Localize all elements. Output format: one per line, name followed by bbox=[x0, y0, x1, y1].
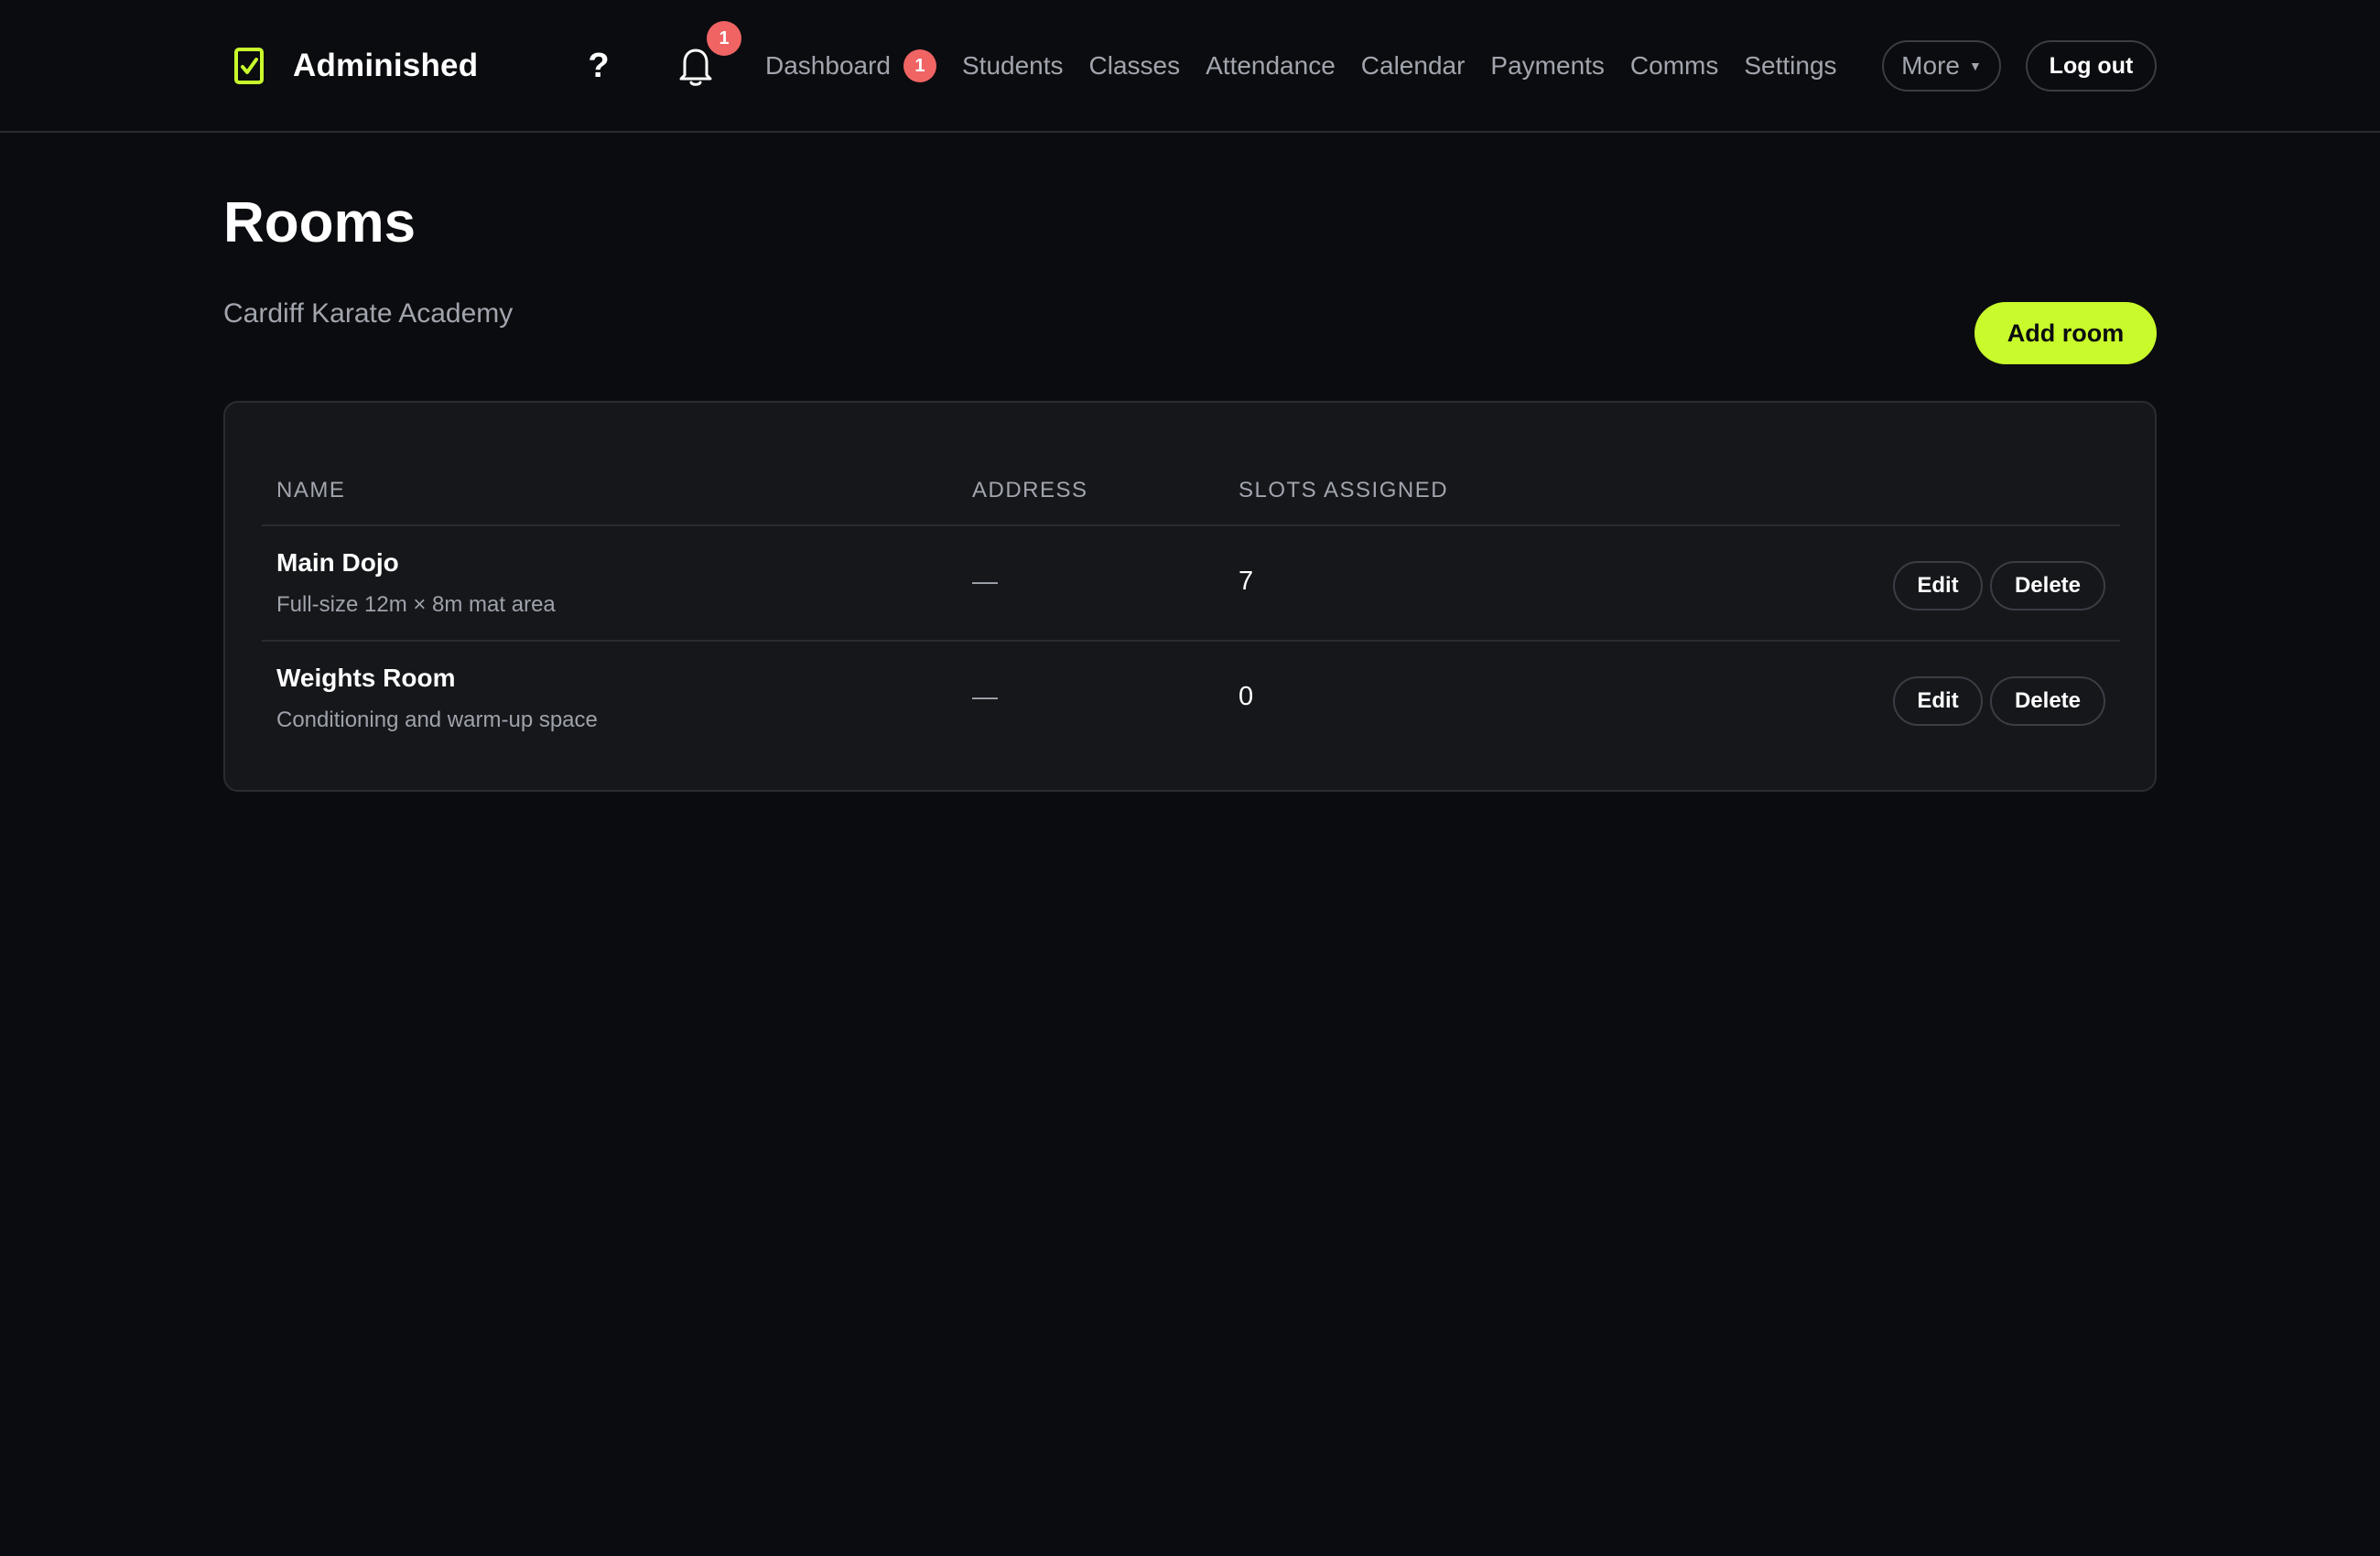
notifications-button[interactable] bbox=[676, 44, 716, 88]
nav-item-attendance[interactable]: Attendance bbox=[1206, 46, 1336, 86]
brand[interactable]: Adminished bbox=[231, 46, 478, 86]
nav-item-label: Calendar bbox=[1360, 51, 1466, 80]
nav-item-students[interactable]: Students bbox=[962, 46, 1064, 86]
app-name: Adminished bbox=[293, 48, 479, 83]
nav-item-settings[interactable]: Settings bbox=[1744, 46, 1836, 86]
more-label: More bbox=[1901, 51, 1960, 80]
edit-button[interactable]: Edit bbox=[1893, 561, 1983, 611]
dashboard-count-badge: 1 bbox=[903, 49, 936, 82]
nav-item-dashboard[interactable]: Dashboard 1 bbox=[765, 46, 936, 86]
nav-item-label: Payments bbox=[1490, 51, 1605, 80]
nav-item-label: Dashboard bbox=[765, 51, 891, 80]
nav-item-comms[interactable]: Comms bbox=[1630, 46, 1718, 86]
table-row: Main Dojo Full-size 12m × 8m mat area — … bbox=[262, 526, 2120, 640]
add-room-button[interactable]: Add room bbox=[1974, 302, 2157, 364]
room-slots-assigned: 7 bbox=[1239, 567, 1254, 596]
nav-item-label: Students bbox=[961, 51, 1064, 80]
edit-button[interactable]: Edit bbox=[1893, 676, 1983, 726]
nav-item-calendar[interactable]: Calendar bbox=[1361, 46, 1466, 86]
nav-item-payments[interactable]: Payments bbox=[1490, 46, 1605, 86]
logout-button[interactable]: Log out bbox=[2026, 40, 2157, 92]
column-header-name: NAME bbox=[276, 478, 346, 502]
room-name: Main Dojo bbox=[276, 548, 399, 577]
rooms-table-card: NAME ADDRESS SLOTS ASSIGNED Main Dojo Fu… bbox=[223, 401, 2157, 792]
bell-icon bbox=[676, 49, 716, 92]
delete-button[interactable]: Delete bbox=[1990, 676, 2105, 726]
main-nav: Dashboard 1 Students Classes Attendance … bbox=[765, 46, 1863, 86]
room-slots-assigned: 0 bbox=[1239, 682, 1254, 711]
column-header-address: ADDRESS bbox=[972, 478, 1088, 502]
checkbox-clipboard-icon bbox=[231, 46, 267, 86]
caret-down-icon: ▼ bbox=[1968, 59, 1982, 73]
page-title: Rooms bbox=[223, 191, 416, 254]
nav-item-label: Comms bbox=[1629, 51, 1719, 80]
room-name: Weights Room bbox=[276, 664, 456, 692]
room-address: — bbox=[972, 682, 998, 710]
room-description: Conditioning and warm-up space bbox=[276, 708, 598, 732]
nav-item-classes[interactable]: Classes bbox=[1089, 46, 1181, 86]
nav-item-label: Classes bbox=[1088, 51, 1181, 80]
nav-item-label: Settings bbox=[1744, 51, 1837, 80]
page-subtitle: Cardiff Karate Academy bbox=[223, 298, 514, 329]
room-description: Full-size 12m × 8m mat area bbox=[276, 592, 556, 617]
table-row: Weights Room Conditioning and warm-up sp… bbox=[262, 642, 2120, 755]
delete-button[interactable]: Delete bbox=[1990, 561, 2105, 611]
column-header-slots-assigned: SLOTS ASSIGNED bbox=[1239, 478, 1449, 502]
top-nav-bar: Adminished ? 1 Dashboard 1 Students Clas… bbox=[0, 0, 2380, 133]
more-menu-button[interactable]: More ▼ bbox=[1882, 40, 2001, 92]
room-address: — bbox=[972, 567, 998, 595]
nav-item-label: Attendance bbox=[1206, 51, 1336, 80]
notification-count-badge: 1 bbox=[707, 21, 741, 56]
help-button[interactable]: ? bbox=[582, 44, 615, 88]
